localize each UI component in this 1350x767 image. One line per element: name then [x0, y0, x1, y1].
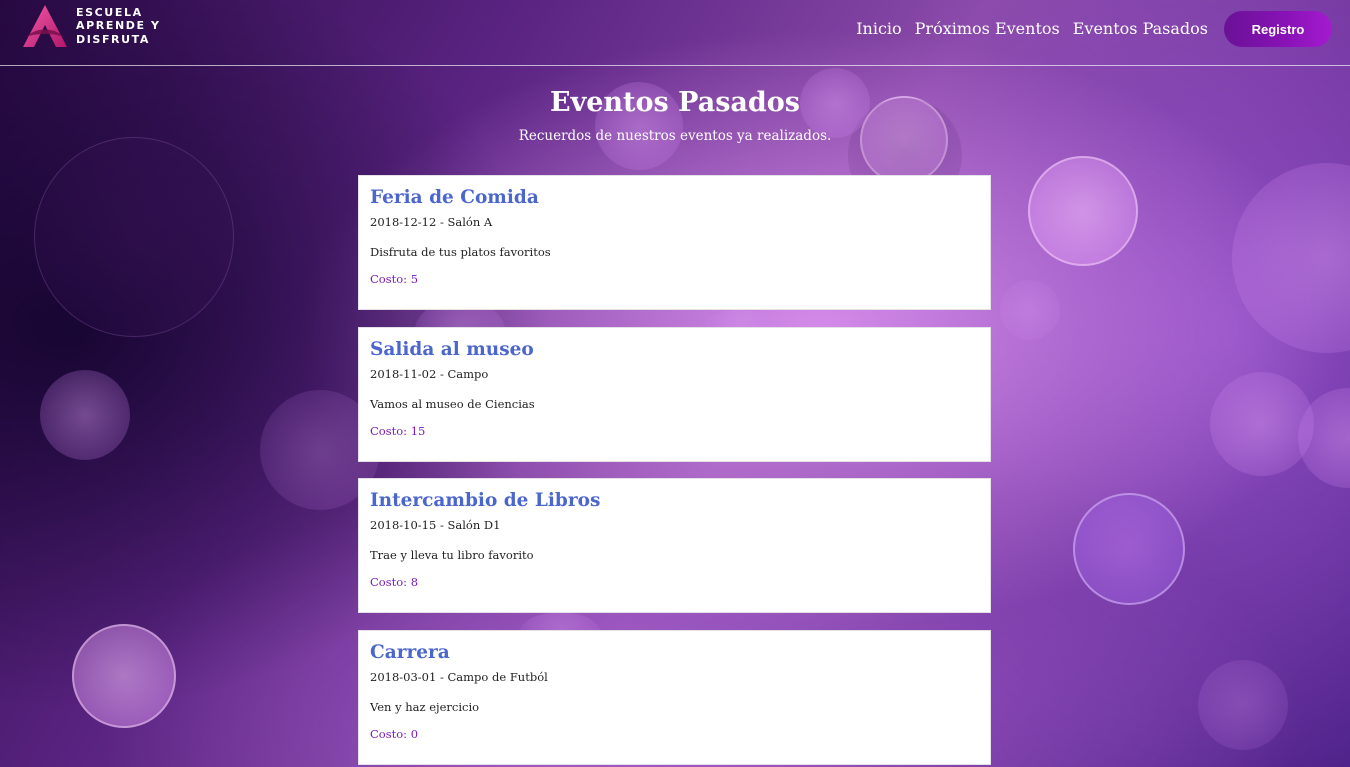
event-description: Ven y haz ejercicio	[370, 699, 480, 714]
event-card: Feria de Comida 2018-12-12 - Salón A Dis…	[358, 175, 991, 310]
event-title: Intercambio de Libros	[370, 490, 601, 511]
event-description: Trae y lleva tu libro favorito	[370, 548, 534, 562]
nav-link-eventos-pasados[interactable]: Eventos Pasados	[1073, 11, 1208, 47]
nav-link-inicio[interactable]: Inicio	[856, 11, 901, 47]
event-title: Feria de Comida	[370, 187, 539, 208]
logo-mark-icon	[23, 5, 67, 47]
event-card: Carrera 2018-03-01 - Campo de Futból Ven…	[358, 629, 991, 765]
event-date-place: 2018-11-02 - Campo	[370, 366, 489, 381]
site-logo[interactable]: ESCUELA APRENDE Y DISFRUTA	[20, 3, 161, 49]
register-button[interactable]: Registro	[1224, 11, 1332, 47]
event-description: Vamos al museo de Ciencias	[370, 396, 535, 411]
logo-line-3: DISFRUTA	[76, 32, 151, 46]
event-card: Intercambio de Libros 2018-10-15 - Salón…	[358, 478, 991, 613]
event-cost: Costo: 15	[370, 423, 426, 438]
event-title: Carrera	[370, 641, 450, 663]
event-date-place: 2018-10-15 - Salón D1	[370, 518, 501, 532]
nav-link-proximos-eventos[interactable]: Próximos Eventos	[915, 11, 1060, 47]
past-events-list: Feria de Comida 2018-12-12 - Salón A Dis…	[358, 175, 991, 767]
event-date-place: 2018-12-12 - Salón A	[370, 215, 493, 229]
logo-text: ESCUELA APRENDE Y DISFRUTA	[76, 6, 161, 47]
event-cost: Costo: 8	[370, 575, 419, 589]
event-cost: Costo: 0	[370, 726, 419, 741]
page-subtitle: Recuerdos de nuestros eventos ya realiza…	[518, 128, 832, 144]
page-title: Eventos Pasados	[549, 87, 800, 118]
event-card: Salida al museo 2018-11-02 - Campo Vamos…	[358, 326, 991, 462]
event-cost: Costo: 5	[370, 272, 419, 286]
event-date-place: 2018-03-01 - Campo de Futból	[370, 669, 548, 684]
logo-line-2: APRENDE Y	[76, 19, 161, 33]
site-header: ESCUELA APRENDE Y DISFRUTA Inicio Próxim…	[0, 0, 1350, 66]
event-title: Salida al museo	[370, 338, 534, 360]
event-description: Disfruta de tus platos favoritos	[370, 245, 551, 259]
logo-line-1: ESCUELA	[76, 5, 143, 19]
main-nav: Inicio Próximos Eventos Eventos Pasados …	[856, 11, 1332, 47]
